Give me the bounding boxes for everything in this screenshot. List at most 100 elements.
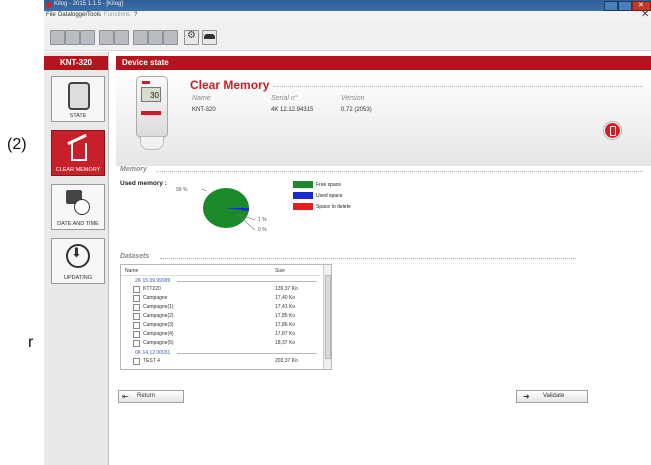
dataset-name: TEST 4 xyxy=(143,358,160,364)
export-icon[interactable] xyxy=(80,30,95,45)
minimize-button[interactable] xyxy=(604,1,618,11)
list-scrollbar[interactable] xyxy=(323,265,331,369)
dataset-checkbox[interactable] xyxy=(133,313,140,320)
serial-label: Serial n° xyxy=(271,95,298,102)
dataset-checkbox[interactable] xyxy=(133,331,140,338)
sidebar-item-label: STATE xyxy=(69,113,87,119)
print-icon[interactable] xyxy=(114,30,129,45)
save-icon[interactable] xyxy=(50,30,65,45)
legend-label-free: Free space xyxy=(316,182,342,188)
legend-swatch-delete xyxy=(293,203,313,210)
download-arrow: ⬇ xyxy=(71,245,82,260)
device-name: KNT-320 xyxy=(192,107,216,113)
sidebar-item-updating[interactable]: ⬇ UPDATING xyxy=(51,238,105,284)
dataset-row[interactable]: Campagne(5) 18,37 Ko xyxy=(121,339,321,347)
kilog-icon[interactable] xyxy=(202,30,217,45)
settings-icon[interactable]: ⚙ xyxy=(184,30,199,45)
sidebar-item-label: CLEAR MEMORY xyxy=(55,167,101,173)
dataset-row[interactable]: Campagne(4) 17,87 Ko xyxy=(121,330,321,338)
dataset-name: Campagne(5) xyxy=(143,340,174,346)
zoom-icon[interactable] xyxy=(99,30,114,45)
pct-delete-label: 0 % xyxy=(258,227,267,233)
trash-icon xyxy=(71,143,87,161)
menu-tools[interactable]: Tools xyxy=(87,12,101,18)
dataset-name: Campagne(2) xyxy=(143,313,174,319)
maximize-button[interactable] xyxy=(618,1,632,11)
sidebar-item-state[interactable]: STATE xyxy=(51,76,105,122)
dataset-size: 17,85 Ko xyxy=(275,313,296,319)
menu-datalogger[interactable]: Datalogger xyxy=(58,12,87,18)
dataset-checkbox[interactable] xyxy=(133,358,140,365)
probe-image xyxy=(140,136,164,150)
device-image: 30 xyxy=(136,76,168,138)
app-icon xyxy=(46,2,52,8)
memory-divider xyxy=(156,171,643,172)
return-label: Return xyxy=(137,393,156,399)
close-doc-icon[interactable]: ✕ xyxy=(641,9,649,20)
dataset-checkbox[interactable] xyxy=(133,286,140,293)
arrow-right-icon: ➔ xyxy=(523,392,530,401)
clock-face xyxy=(74,199,90,215)
legend-swatch-free xyxy=(293,181,313,188)
pct-used-label: 1 % xyxy=(258,217,267,223)
menu-file[interactable]: File xyxy=(46,12,56,18)
device-compare-icon[interactable] xyxy=(163,30,178,45)
legend-swatch-used xyxy=(293,192,313,199)
title-divider xyxy=(273,86,643,87)
dataset-checkbox[interactable] xyxy=(133,295,140,302)
device-status-icon[interactable] xyxy=(604,122,621,139)
device-version: 0.72 (2053) xyxy=(341,107,372,113)
datasets-section-title: Datasets xyxy=(120,253,150,260)
device-copy-icon[interactable] xyxy=(148,30,163,45)
dataset-name: Campagne(1) xyxy=(143,304,174,310)
sidebar-item-label: UPDATING xyxy=(63,275,92,281)
annotation-marker: (2) xyxy=(7,136,27,153)
dataset-row[interactable]: Campagne(1) 17,41 Ko xyxy=(121,303,321,311)
validate-label: Validate xyxy=(543,393,565,399)
dataset-name: Campagne(3) xyxy=(143,322,174,328)
window-title-bar: Kilog - 2015 1.1.5 - [Kilog] ✕ xyxy=(44,0,651,11)
dataset-checkbox[interactable] xyxy=(133,322,140,329)
dataset-name: Campagne xyxy=(143,295,168,301)
window-title: Kilog - 2015 1.1.5 - [Kilog] xyxy=(54,1,124,7)
device-title: Clear Memory xyxy=(190,78,270,92)
legend-label-delete: Space to delete xyxy=(316,204,351,210)
sidebar: KNT-320 STATE CLEAR MEMORY DATE AND TIME… xyxy=(44,52,109,465)
validate-button[interactable]: ➔ Validate xyxy=(516,390,588,403)
dataset-size: 17,41 Ko xyxy=(275,304,296,310)
group-header[interactable]: 2K 15.09.99999 xyxy=(121,277,321,285)
used-memory-label: Used memory : xyxy=(120,180,167,187)
group-label: 0K 14.12.00031 xyxy=(135,350,171,356)
dataset-name: KTT220 xyxy=(143,286,161,292)
version-label: Version xyxy=(341,95,365,102)
legend-label-used: Used space xyxy=(316,193,343,199)
dataset-row[interactable]: Campagne 17,40 Ko xyxy=(121,294,321,302)
device-panel: 30 Clear Memory Name Serial n° Version K… xyxy=(116,70,651,166)
sidebar-item-date-time[interactable]: DATE AND TIME xyxy=(51,184,105,230)
col-name-header: Name xyxy=(125,268,139,274)
sidebar-header: KNT-320 xyxy=(44,56,108,70)
dataset-size: 18,37 Ko xyxy=(275,340,296,346)
dataset-checkbox[interactable] xyxy=(133,304,140,311)
group-header[interactable]: 0K 14.12.00031 xyxy=(121,349,321,357)
return-button[interactable]: ⇤ Return xyxy=(118,390,184,403)
dataset-checkbox[interactable] xyxy=(133,340,140,347)
main-panel: Device state 30 Clear Memory Name Serial… xyxy=(116,52,651,465)
dataset-row[interactable]: TEST 4 203,37 Ko xyxy=(121,357,321,365)
dataset-row[interactable]: KTT220 139,37 Ko xyxy=(121,285,321,293)
menu-functions[interactable]: Functions xyxy=(104,12,130,18)
dataset-size: 17,86 Ko xyxy=(275,322,296,328)
dataset-row[interactable]: Campagne(3) 17,86 Ko xyxy=(121,321,321,329)
save-disk-icon[interactable] xyxy=(65,30,80,45)
device-export-icon[interactable] xyxy=(133,30,148,45)
dataset-size: 139,37 Ko xyxy=(275,286,298,292)
list-header: Name Size xyxy=(121,267,321,276)
device-serial: 4K 12.12.94315 xyxy=(271,107,314,113)
sidebar-item-clear-memory[interactable]: CLEAR MEMORY xyxy=(51,130,105,176)
col-size-header: Size xyxy=(275,268,285,274)
dataset-row[interactable]: Campagne(2) 17,85 Ko xyxy=(121,312,321,320)
menu-help[interactable]: ? xyxy=(134,12,137,18)
dataset-size: 17,87 Ko xyxy=(275,331,296,337)
toolbar: ⚙ xyxy=(44,21,651,51)
return-icon: ⇤ xyxy=(122,392,129,401)
